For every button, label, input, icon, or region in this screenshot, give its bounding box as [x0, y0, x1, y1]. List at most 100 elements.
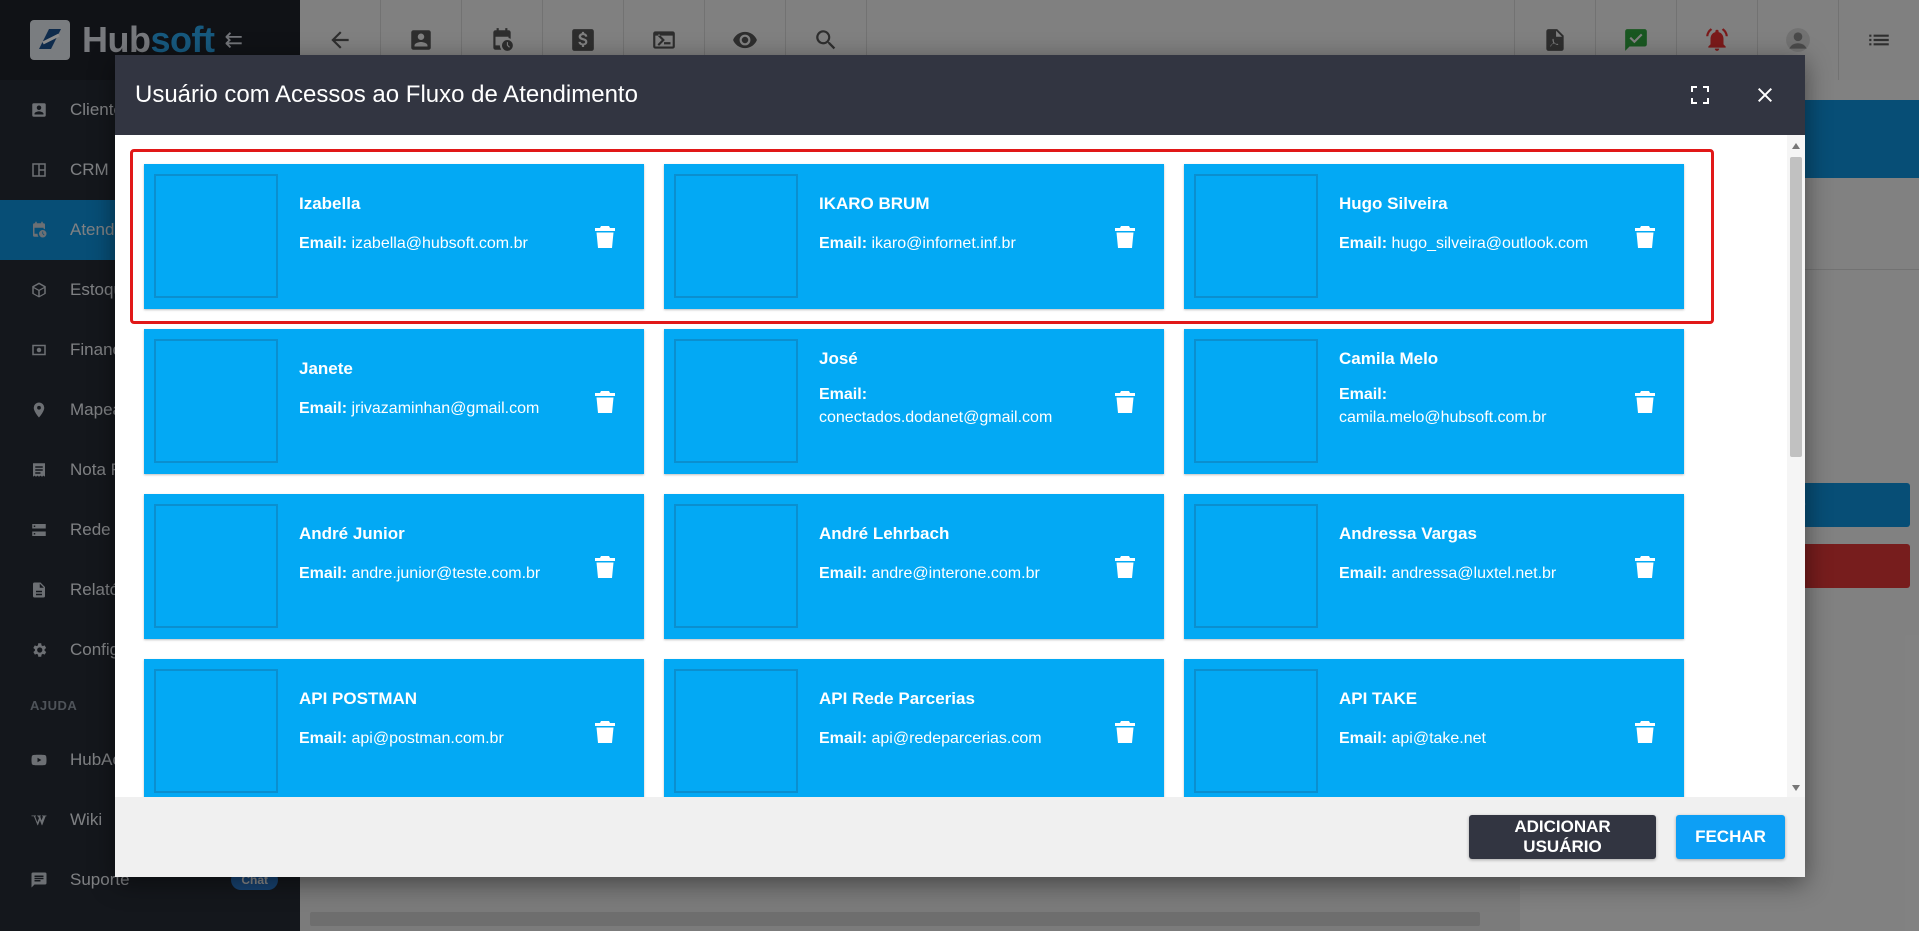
avatar — [1194, 174, 1318, 298]
user-info: Izabella Email: izabella@hubsoft.com.br — [299, 194, 569, 255]
user-card: API TAKE Email: api@take.net — [1184, 659, 1684, 797]
user-card: API Rede Parcerias Email: api@redeparceri… — [664, 659, 1164, 797]
avatar — [1194, 669, 1318, 793]
fullscreen-button[interactable] — [1680, 75, 1720, 115]
user-card: Andressa Vargas Email: andressa@luxtel.ne… — [1184, 494, 1684, 639]
avatar — [1194, 504, 1318, 628]
user-info: André Junior Email: andre.junior@teste.co… — [299, 524, 569, 585]
user-email: camila.melo@hubsoft.com.br — [1339, 409, 1547, 426]
trash-icon — [1115, 226, 1135, 248]
avatar — [674, 174, 798, 298]
user-card: API POSTMAN Email: api@postman.com.br — [144, 659, 644, 797]
user-email-line: Email: izabella@hubsoft.com.br — [299, 232, 569, 255]
user-email: izabella@hubsoft.com.br — [351, 235, 528, 252]
email-label: Email: — [819, 386, 868, 403]
trash-icon — [595, 556, 615, 578]
delete-user-button[interactable] — [1634, 555, 1656, 579]
user-email: jrivazaminhan@gmail.com — [351, 400, 540, 417]
user-card: Hugo Silveira Email: hugo_silveira@outloo… — [1184, 164, 1684, 309]
user-info: André Lehrbach Email: andre@interone.com.… — [819, 524, 1089, 585]
user-name: IKARO BRUM — [819, 194, 930, 213]
user-email: andressa@luxtel.net.br — [1391, 565, 1557, 582]
user-name: Janete — [299, 359, 353, 378]
user-card: Camila Melo Email: camila.melo@hubsoft.com… — [1184, 329, 1684, 474]
user-name: André Lehrbach — [819, 524, 950, 543]
close-button[interactable]: FECHAR — [1676, 815, 1785, 859]
user-info: Camila Melo Email: camila.melo@hubsoft.com… — [1339, 349, 1609, 429]
delete-user-button[interactable] — [594, 225, 616, 249]
email-label: Email: — [299, 235, 348, 252]
user-info: José Email: conectados.dodanet@gmail.com — [819, 349, 1089, 429]
delete-user-button[interactable] — [594, 720, 616, 744]
user-email: ikaro@infornet.inf.br — [871, 235, 1016, 252]
user-name: Izabella — [299, 194, 361, 213]
delete-user-button[interactable] — [1634, 390, 1656, 414]
email-label: Email: — [299, 730, 348, 747]
delete-user-button[interactable] — [1114, 390, 1136, 414]
user-name: API TAKE — [1339, 689, 1418, 708]
user-email-line: Email: andressa@luxtel.net.br — [1339, 562, 1609, 585]
avatar — [154, 504, 278, 628]
modal-header: Usuário com Acessos ao Fluxo de Atendime… — [115, 55, 1805, 135]
user-email: conectados.dodanet@gmail.com — [819, 409, 1053, 426]
user-card: Janete Email: jrivazaminhan@gmail.com — [144, 329, 644, 474]
avatar — [674, 669, 798, 793]
trash-icon — [595, 226, 615, 248]
user-card: André Junior Email: andre.junior@teste.co… — [144, 494, 644, 639]
user-email-line: Email: andre.junior@teste.com.br — [299, 562, 569, 585]
users-access-modal: Usuário com Acessos ao Fluxo de Atendime… — [115, 55, 1805, 877]
user-name: API Rede Parcerias — [819, 689, 975, 708]
email-label: Email: — [819, 235, 868, 252]
trash-icon — [1635, 391, 1655, 413]
user-info: IKARO BRUM Email: ikaro@infornet.inf.br — [819, 194, 1089, 255]
delete-user-button[interactable] — [1634, 720, 1656, 744]
trash-icon — [1635, 226, 1655, 248]
email-label: Email: — [299, 400, 348, 417]
user-info: Hugo Silveira Email: hugo_silveira@outloo… — [1339, 194, 1609, 255]
scroll-thumb[interactable] — [1790, 157, 1802, 457]
trash-icon — [1115, 391, 1135, 413]
avatar — [674, 504, 798, 628]
avatar — [154, 174, 278, 298]
vertical-scrollbar[interactable] — [1787, 135, 1805, 797]
email-label: Email: — [1339, 730, 1388, 747]
user-email: api@postman.com.br — [351, 730, 504, 747]
user-info: Janete Email: jrivazaminhan@gmail.com — [299, 359, 569, 420]
user-email: api@take.net — [1391, 730, 1486, 747]
delete-user-button[interactable] — [594, 555, 616, 579]
modal-title: Usuário com Acessos ao Fluxo de Atendime… — [135, 81, 638, 108]
user-email: api@redeparcerias.com — [871, 730, 1042, 747]
scroll-down-icon[interactable] — [1792, 785, 1800, 791]
user-email-line: Email: andre@interone.com.br — [819, 562, 1089, 585]
user-card: Izabella Email: izabella@hubsoft.com.br — [144, 164, 644, 309]
user-email-line: Email: hugo_silveira@outlook.com — [1339, 232, 1609, 255]
email-label: Email: — [1339, 565, 1388, 582]
scroll-up-icon[interactable] — [1792, 143, 1800, 149]
email-label: Email: — [1339, 235, 1388, 252]
user-email-line: Email: camila.melo@hubsoft.com.br — [1339, 383, 1609, 429]
email-label: Email: — [819, 565, 868, 582]
add-user-button[interactable]: ADICIONAR USUÁRIO — [1469, 815, 1656, 859]
delete-user-button[interactable] — [1114, 555, 1136, 579]
modal-body: Izabella Email: izabella@hubsoft.com.br IK… — [115, 135, 1805, 797]
delete-user-button[interactable] — [1114, 720, 1136, 744]
delete-user-button[interactable] — [1114, 225, 1136, 249]
user-email: hugo_silveira@outlook.com — [1391, 235, 1589, 252]
user-email: andre.junior@teste.com.br — [351, 565, 541, 582]
user-email-line: Email: ikaro@infornet.inf.br — [819, 232, 1089, 255]
delete-user-button[interactable] — [1634, 225, 1656, 249]
user-card: José Email: conectados.dodanet@gmail.com — [664, 329, 1164, 474]
user-card: IKARO BRUM Email: ikaro@infornet.inf.br — [664, 164, 1164, 309]
close-modal-button[interactable] — [1745, 75, 1785, 115]
avatar — [154, 339, 278, 463]
user-card-grid: Izabella Email: izabella@hubsoft.com.br IK… — [144, 164, 1684, 797]
user-email-line: Email: api@redeparcerias.com — [819, 727, 1089, 750]
trash-icon — [595, 721, 615, 743]
delete-user-button[interactable] — [594, 390, 616, 414]
user-email: andre@interone.com.br — [871, 565, 1040, 582]
trash-icon — [595, 391, 615, 413]
user-card: André Lehrbach Email: andre@interone.com.… — [664, 494, 1164, 639]
email-label: Email: — [1339, 386, 1388, 403]
user-info: API TAKE Email: api@take.net — [1339, 689, 1609, 750]
user-name: Andressa Vargas — [1339, 524, 1477, 543]
